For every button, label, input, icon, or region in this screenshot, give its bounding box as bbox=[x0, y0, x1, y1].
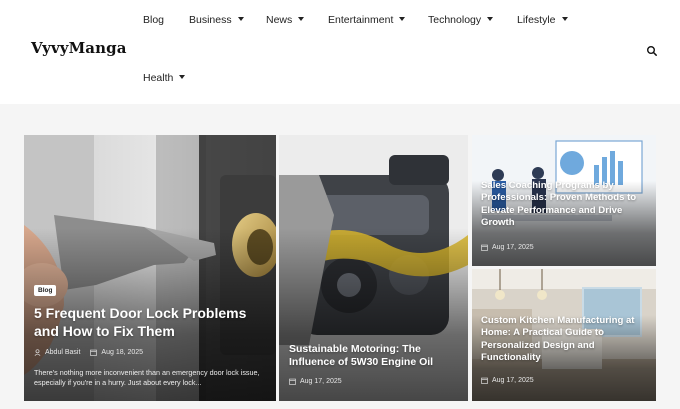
search-button[interactable] bbox=[646, 44, 658, 56]
nav-item-blog[interactable]: Blog bbox=[143, 14, 164, 26]
nav-item-technology[interactable]: Technology bbox=[428, 14, 494, 26]
post-title[interactable]: Sustainable Motoring: The Influence of 5… bbox=[289, 343, 464, 370]
post-meta: Aug 17, 2025 bbox=[481, 244, 534, 251]
calendar-icon bbox=[481, 244, 488, 251]
chevron-down-icon bbox=[179, 75, 186, 80]
calendar-icon bbox=[289, 378, 296, 385]
post-meta: Abdul Basit Aug 18, 2025 bbox=[34, 349, 143, 356]
nav-item-label: Entertainment bbox=[328, 14, 394, 26]
post-author[interactable]: Abdul Basit bbox=[45, 349, 80, 356]
post-card[interactable]: Sales Coaching Programs by Professionals… bbox=[472, 135, 656, 266]
chevron-down-icon bbox=[487, 17, 494, 22]
post-date: Aug 17, 2025 bbox=[492, 377, 534, 384]
nav-item-label: Lifestyle bbox=[517, 14, 556, 26]
nav-item-label: Health bbox=[143, 72, 174, 84]
nav-item-health[interactable]: Health bbox=[143, 72, 186, 84]
site-header: VyvyManga Blog Business News Entertainme… bbox=[0, 0, 680, 104]
post-title[interactable]: Custom Kitchen Manufacturing at Home: A … bbox=[481, 315, 651, 364]
nav-item-label: Business bbox=[189, 14, 232, 26]
chevron-down-icon bbox=[561, 17, 568, 22]
post-meta: Aug 17, 2025 bbox=[289, 378, 342, 385]
nav-item-label: Technology bbox=[428, 14, 482, 26]
site-logo[interactable]: VyvyManga bbox=[31, 39, 127, 57]
calendar-icon bbox=[90, 349, 98, 356]
featured-post-card[interactable]: Blog 5 Frequent Door Lock Problems and H… bbox=[24, 135, 276, 401]
post-card[interactable]: Custom Kitchen Manufacturing at Home: A … bbox=[472, 269, 656, 401]
nav-item-entertainment[interactable]: Entertainment bbox=[328, 14, 406, 26]
nav-item-news[interactable]: News bbox=[266, 14, 305, 26]
nav-item-label: Blog bbox=[143, 14, 165, 26]
calendar-icon bbox=[481, 377, 488, 384]
post-title[interactable]: 5 Frequent Door Lock Problems and How to… bbox=[34, 305, 270, 341]
chevron-down-icon bbox=[298, 17, 305, 22]
user-icon bbox=[34, 349, 41, 356]
category-badge[interactable]: Blog bbox=[34, 285, 57, 296]
post-meta: Aug 17, 2025 bbox=[481, 377, 534, 384]
post-title[interactable]: Sales Coaching Programs by Professionals… bbox=[481, 180, 651, 229]
featured-grid: Blog 5 Frequent Door Lock Problems and H… bbox=[0, 104, 680, 409]
post-date: Aug 17, 2025 bbox=[492, 244, 534, 251]
nav-item-label: News bbox=[266, 14, 293, 26]
chevron-down-icon bbox=[237, 17, 244, 22]
post-excerpt: There's nothing more inconvenient than a… bbox=[34, 368, 260, 388]
search-icon bbox=[647, 46, 657, 56]
post-date: Aug 17, 2025 bbox=[300, 378, 342, 385]
nav-item-lifestyle[interactable]: Lifestyle bbox=[517, 14, 568, 26]
post-date: Aug 18, 2025 bbox=[101, 349, 144, 356]
nav-item-business[interactable]: Business bbox=[189, 14, 244, 26]
post-card[interactable]: Sustainable Motoring: The Influence of 5… bbox=[279, 135, 468, 401]
chevron-down-icon bbox=[399, 17, 406, 22]
